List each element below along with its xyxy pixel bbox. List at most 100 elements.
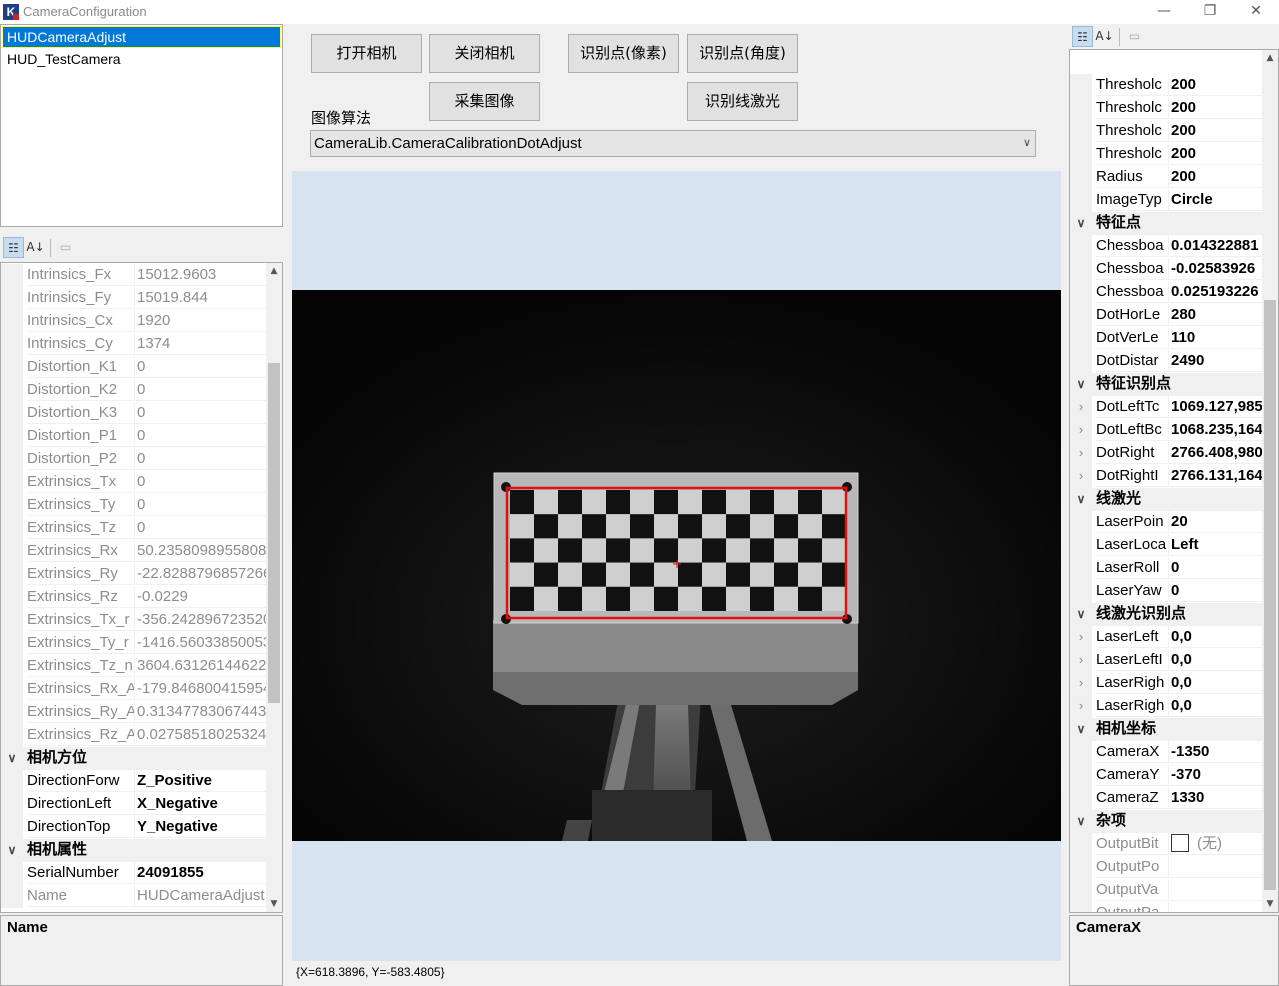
property-value[interactable]: 0 (134, 425, 266, 447)
property-value[interactable]: 200 (1168, 74, 1262, 96)
property-row[interactable]: Distortion_K2 0 (1, 379, 266, 402)
property-row[interactable]: Extrinsics_Tx 0 (1, 471, 266, 494)
property-row[interactable]: › DotLeftTc 1069.127,985 (1070, 396, 1262, 419)
property-value[interactable]: 0 (134, 448, 266, 470)
category-row[interactable]: ∨ 相机坐标 (1070, 718, 1262, 741)
camera-list[interactable]: HUDCameraAdjust HUD_TestCamera (0, 24, 283, 227)
property-row[interactable]: DirectionTop Y_Negative (1, 816, 266, 839)
collapse-chevron-icon[interactable]: ∨ (1072, 810, 1090, 832)
category-row[interactable]: ∨ 线激光 (1070, 488, 1262, 511)
property-value[interactable]: 1069.127,985 (1168, 396, 1262, 418)
property-value[interactable]: 0,0 (1168, 672, 1262, 694)
open-camera-button[interactable]: 打开相机 (311, 34, 422, 73)
property-row[interactable]: › DotRight 2766.408,980 (1070, 442, 1262, 465)
property-value[interactable]: 200 (1168, 120, 1262, 142)
property-value[interactable]: HUDCameraAdjust (134, 885, 266, 907)
property-value[interactable]: 24091855 (134, 862, 266, 884)
property-value[interactable]: 200 (1168, 97, 1262, 119)
property-row[interactable]: Extrinsics_Rz -0.0229 (1, 586, 266, 609)
property-value[interactable]: 0,0 (1168, 626, 1262, 648)
property-row[interactable]: Extrinsics_Rz_A 0.027585180253249 (1, 724, 266, 747)
property-value[interactable]: 0.027585180253249 (134, 724, 266, 746)
property-value[interactable]: 1374 (134, 333, 266, 355)
property-row[interactable]: CameraZ 1330 (1070, 787, 1262, 810)
minimize-button[interactable]: — (1141, 0, 1187, 24)
property-row[interactable]: › LaserLeftI 0,0 (1070, 649, 1262, 672)
scroll-up-arrow-icon[interactable]: ▲ (266, 263, 282, 279)
alphabetical-icon[interactable]: A↓ (25, 237, 46, 258)
property-row[interactable]: LaserRoll 0 (1070, 557, 1262, 580)
collapse-chevron-icon[interactable]: ∨ (1072, 718, 1090, 740)
property-value[interactable]: 2490 (1168, 350, 1262, 372)
property-row[interactable]: DirectionLeft X_Negative (1, 793, 266, 816)
property-row[interactable]: CameraY -370 (1070, 764, 1262, 787)
category-row[interactable]: ∨ 特征识别点 (1070, 373, 1262, 396)
capture-image-button[interactable]: 采集图像 (429, 82, 540, 121)
property-row[interactable]: Thresholc 200 (1070, 143, 1262, 166)
property-value[interactable]: 1920 (134, 310, 266, 332)
image-canvas[interactable] (292, 171, 1061, 961)
property-value[interactable]: Left (1168, 534, 1262, 556)
property-row[interactable]: Thresholc 200 (1070, 120, 1262, 143)
property-value[interactable]: 0.313477830674432 (134, 701, 266, 723)
collapse-chevron-icon[interactable]: ∨ (1072, 488, 1090, 510)
property-value[interactable]: 0 (134, 517, 266, 539)
property-row[interactable]: LaserYaw 0 (1070, 580, 1262, 603)
property-row[interactable]: Distortion_P2 0 (1, 448, 266, 471)
camera-list-item[interactable]: HUD_TestCamera (3, 49, 280, 69)
property-row[interactable]: ImageTyp Circle (1070, 189, 1262, 212)
collapse-chevron-icon[interactable]: ∨ (1072, 603, 1090, 625)
property-row[interactable]: Extrinsics_Tz_n 3604.631261446220 (1, 655, 266, 678)
property-value[interactable]: 2766.131,164 (1168, 465, 1262, 487)
property-value[interactable]: 50.23580989558088 (134, 540, 266, 562)
property-value[interactable]: -179.846800415954 (134, 678, 266, 700)
property-row[interactable]: › LaserRigh 0,0 (1070, 695, 1262, 718)
property-value[interactable]: (无) (1168, 833, 1262, 855)
category-row[interactable]: ∨ 相机方位 (1, 747, 266, 770)
property-row[interactable]: Name HUDCameraAdjust (1, 885, 266, 908)
property-row[interactable]: Extrinsics_Ry -22.8288796857266 (1, 563, 266, 586)
property-row[interactable]: OutputPo (1070, 856, 1262, 879)
property-row[interactable]: Extrinsics_Tz 0 (1, 517, 266, 540)
vertical-scrollbar[interactable]: ▲ ▼ (266, 263, 282, 912)
property-value[interactable]: Z_Positive (134, 770, 266, 792)
property-row[interactable]: Distortion_P1 0 (1, 425, 266, 448)
property-value[interactable]: Y_Negative (134, 816, 266, 838)
property-value[interactable]: -22.8288796857266 (134, 563, 266, 585)
property-row[interactable]: Chessboa -0.02583926 (1070, 258, 1262, 281)
property-row[interactable]: Chessboa 0.014322881 (1070, 235, 1262, 258)
property-value[interactable]: -356.242896723520 (134, 609, 266, 631)
property-row[interactable]: Extrinsics_Ry_A 0.313477830674432 (1, 701, 266, 724)
property-value[interactable]: 110 (1168, 327, 1262, 349)
property-row[interactable]: Thresholc 200 (1070, 74, 1262, 97)
recognize-angle-button[interactable]: 识别点(角度) (687, 34, 798, 73)
property-value[interactable] (1168, 902, 1262, 912)
property-row[interactable]: DotDistar 2490 (1070, 350, 1262, 373)
categorized-icon[interactable]: ☷ (1072, 26, 1093, 47)
collapse-chevron-icon[interactable]: ∨ (3, 747, 21, 769)
category-row[interactable]: ∨ 杂项 (1070, 810, 1262, 833)
property-value[interactable]: -370 (1168, 764, 1262, 786)
property-value[interactable]: 200 (1168, 143, 1262, 165)
property-row[interactable]: DotVerLe 110 (1070, 327, 1262, 350)
close-camera-button[interactable]: 关闭相机 (429, 34, 540, 73)
property-row[interactable]: LaserPoin 20 (1070, 511, 1262, 534)
expand-chevron-icon[interactable]: › (1074, 419, 1088, 441)
property-value[interactable]: 0 (134, 356, 266, 378)
property-value[interactable]: 1330 (1168, 787, 1262, 809)
expand-chevron-icon[interactable]: › (1074, 396, 1088, 418)
property-row[interactable]: OutputVa (1070, 879, 1262, 902)
expand-chevron-icon[interactable]: › (1074, 442, 1088, 464)
property-row[interactable]: Extrinsics_Tx_r -356.242896723520 (1, 609, 266, 632)
property-row[interactable]: OutputBit (无) (1070, 833, 1262, 856)
property-row[interactable]: Intrinsics_Cy 1374 (1, 333, 266, 356)
camera-list-item[interactable]: HUDCameraAdjust (2, 26, 281, 48)
property-row[interactable]: › DotRightI 2766.131,164 (1070, 465, 1262, 488)
camera-image[interactable] (292, 290, 1061, 841)
property-row[interactable]: SerialNumber 24091855 (1, 862, 266, 885)
property-row[interactable]: Extrinsics_Rx_A -179.846800415954 (1, 678, 266, 701)
property-row[interactable]: Intrinsics_Cx 1920 (1, 310, 266, 333)
property-row[interactable]: CameraX -1350 (1070, 741, 1262, 764)
category-row[interactable]: ∨ 相机属性 (1, 839, 266, 862)
collapse-chevron-icon[interactable]: ∨ (3, 839, 21, 861)
